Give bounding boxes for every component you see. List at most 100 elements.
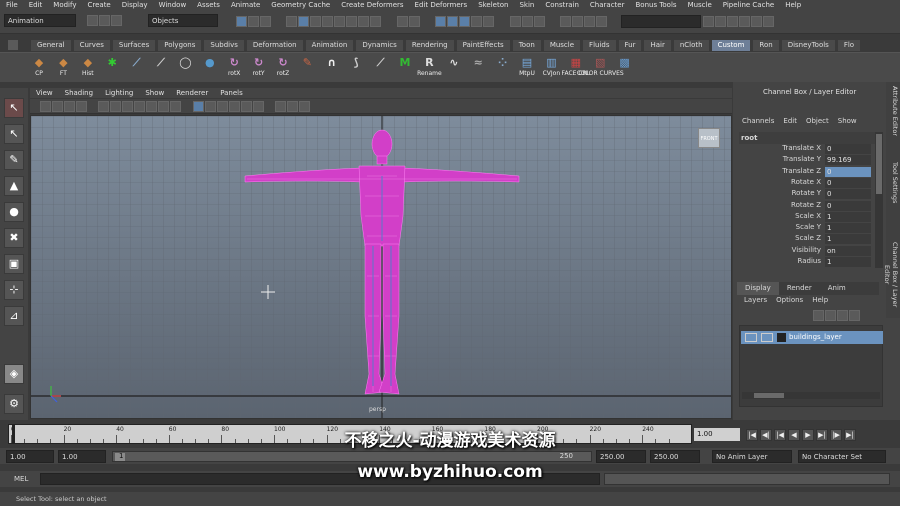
channel-value[interactable]: 1 (825, 257, 871, 267)
snap-view-icon[interactable] (471, 16, 483, 27)
menu-item-assets[interactable]: Assets (197, 1, 220, 9)
joint-mask-icon[interactable] (298, 16, 310, 27)
viewport-menu-show[interactable]: Show (145, 88, 164, 98)
shelf-tab-dynamics[interactable]: Dynamics (355, 39, 404, 51)
channel-value[interactable]: on (825, 245, 871, 256)
shelf-tab-subdivs[interactable]: Subdivs (203, 39, 245, 51)
channel-menu-channels[interactable]: Channels (742, 117, 774, 125)
channel-row[interactable]: Scale X 1 (733, 211, 873, 223)
construction-history-icon[interactable] (533, 16, 545, 27)
move-down-icon[interactable] (849, 310, 860, 321)
image-plane-icon[interactable] (76, 101, 87, 112)
layer-menu-layers[interactable]: Layers (744, 296, 767, 304)
menu-item-edit-deformers[interactable]: Edit Deformers (415, 1, 468, 9)
channel-row[interactable]: Rotate Z 0 (733, 200, 873, 212)
field-chart-icon[interactable] (146, 101, 158, 112)
channel-menu-edit[interactable]: Edit (783, 117, 797, 125)
soft-mod-icon[interactable]: ⊹ (4, 280, 24, 300)
shelf-tab-ncloth[interactable]: nCloth (672, 39, 710, 51)
output-ops-icon[interactable] (521, 16, 533, 27)
shelf-tab-animation[interactable]: Animation (304, 39, 355, 51)
layer-type-toggle[interactable] (761, 333, 773, 342)
channel-row[interactable]: Rotate Y 0 (733, 189, 873, 200)
panel-toggle-icon[interactable] (739, 16, 751, 27)
shelf-tab-flo[interactable]: Flo (836, 39, 862, 51)
channel-row[interactable]: Radius 1 (733, 257, 873, 268)
safe-title-icon[interactable] (170, 101, 182, 112)
scale-tool-icon[interactable]: ✖ (4, 228, 24, 248)
wave-icon[interactable]: ≈ (467, 56, 489, 78)
shelf-tab-ron[interactable]: Ron (752, 39, 780, 51)
menu-item-help[interactable]: Help (785, 1, 801, 9)
rotz-icon[interactable]: ↻ rotZ (272, 56, 294, 78)
surface-mask-icon[interactable] (322, 16, 334, 27)
mode-dropdown[interactable]: Animation (4, 14, 76, 27)
ik-icon[interactable]: ⟆ (345, 56, 367, 78)
smooth-shade-icon[interactable] (204, 101, 216, 112)
lights-icon[interactable] (240, 101, 252, 112)
film-gate-icon[interactable] (110, 101, 122, 112)
viewport-menu-panels[interactable]: Panels (220, 88, 243, 98)
panel-toggle-icon[interactable] (703, 16, 715, 27)
channel-row[interactable]: Translate X 0 (733, 144, 873, 155)
channel-value[interactable]: 1 (825, 223, 871, 234)
handle-mask-icon[interactable] (286, 16, 298, 27)
menu-item-display[interactable]: Display (122, 1, 148, 9)
misc-mask-icon[interactable] (370, 16, 382, 27)
select-mode-dropdown[interactable]: Objects (148, 14, 218, 27)
paint-icon[interactable]: ✎ (296, 56, 318, 78)
rotate-tool-icon[interactable]: ● (4, 202, 24, 222)
channel-row[interactable]: Scale Z 1 (733, 234, 873, 245)
channel-value[interactable]: 1 (825, 211, 871, 222)
camera-select-icon[interactable] (40, 101, 51, 112)
bone-icon[interactable]: ⟋ (370, 56, 392, 78)
ribbon-icon[interactable]: ∿ (443, 56, 465, 78)
menu-item-skeleton[interactable]: Skeleton (478, 1, 508, 9)
viewport-menu-lighting[interactable]: Lighting (105, 88, 133, 98)
menu-item-character[interactable]: Character (590, 1, 625, 9)
layer-scrollbar[interactable] (742, 392, 880, 399)
shelf-tab-hair[interactable]: Hair (643, 39, 672, 51)
dynamic-mask-icon[interactable] (346, 16, 358, 27)
lock-icon[interactable] (396, 16, 408, 27)
channel-row[interactable]: Translate Z 0 (733, 166, 873, 178)
shelf-tab-disneytools[interactable]: DisneyTools (780, 39, 836, 51)
textured-icon[interactable] (228, 101, 240, 112)
layout-outliner-icon[interactable]: ⚙ (4, 394, 24, 414)
layer-tab-display[interactable]: Display (737, 282, 779, 295)
channel-value[interactable]: 0 (825, 144, 871, 154)
channel-value[interactable]: 99.169 (825, 155, 871, 166)
snap-point-icon[interactable] (459, 16, 471, 27)
channel-value[interactable]: 0 (825, 177, 871, 188)
channel-value[interactable]: 0 (825, 189, 871, 200)
range-slider[interactable]: 1 250 (112, 451, 592, 462)
shelf-tab-rendering[interactable]: Rendering (404, 39, 455, 51)
render-frame-icon[interactable] (572, 16, 584, 27)
open-scene-icon[interactable] (99, 15, 110, 26)
shelf-tab-fur[interactable]: Fur (617, 39, 643, 51)
ft-icon[interactable]: ◆ FT (52, 56, 74, 78)
channel-row[interactable]: Scale Y 1 (733, 223, 873, 234)
input-ops-icon[interactable] (509, 16, 521, 27)
menu-item-window[interactable]: Window (159, 1, 187, 9)
layer-color-swatch[interactable] (777, 333, 786, 342)
panel-toggle-icon[interactable] (763, 16, 775, 27)
menu-item-create-deformers[interactable]: Create Deformers (341, 1, 403, 9)
layer-tab-anim[interactable]: Anim (820, 282, 854, 295)
channel-row[interactable]: Rotate X 0 (733, 177, 873, 189)
shelf-tab-custom[interactable]: Custom (710, 39, 752, 51)
curve-icon[interactable]: ⟋ (150, 56, 172, 78)
mtpu-icon[interactable]: ▤ MtpU (516, 56, 538, 78)
channel-value[interactable]: 1 (825, 234, 871, 245)
isolate-icon[interactable] (275, 101, 287, 112)
cluster-icon[interactable]: ⁘ (492, 56, 514, 78)
save-scene-icon[interactable] (111, 15, 122, 26)
side-tab-attribute-editor[interactable]: Attribute Editor (887, 86, 899, 136)
menu-item-pipeline-cache[interactable]: Pipeline Cache (723, 1, 774, 9)
panel-toggle-icon[interactable] (715, 16, 727, 27)
layer-tab-render[interactable]: Render (779, 282, 820, 295)
shelf-tab-polygons[interactable]: Polygons (157, 39, 203, 51)
m-icon[interactable]: M (394, 56, 416, 78)
layer-menu-help[interactable]: Help (812, 296, 828, 304)
menu-item-file[interactable]: File (6, 1, 18, 9)
